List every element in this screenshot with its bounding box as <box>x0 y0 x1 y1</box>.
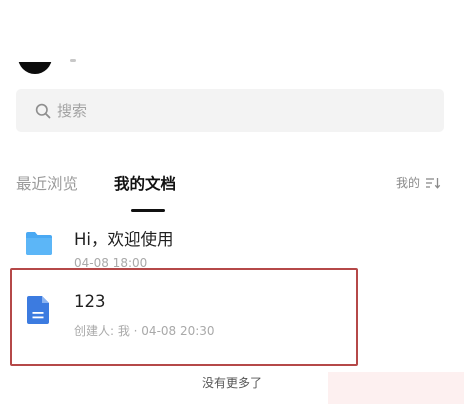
sort-label: 我的 <box>396 176 421 190</box>
sort-button[interactable]: 我的 <box>396 174 441 191</box>
search-icon <box>35 103 51 118</box>
sort-icon <box>426 177 441 189</box>
list-end-text: 没有更多了 <box>201 376 262 390</box>
tab-recent[interactable]: 最近浏览 <box>16 172 78 194</box>
folder-icon <box>26 232 52 255</box>
active-tab-indicator <box>131 209 165 212</box>
header-indicator <box>70 59 76 62</box>
avatar[interactable] <box>18 62 52 74</box>
file-title: Hi，欢迎使用 <box>74 230 174 249</box>
list-item[interactable]: Hi，欢迎使用 04-08 18:00 <box>16 220 356 270</box>
search-bar[interactable] <box>16 89 444 132</box>
highlight-box <box>10 268 358 366</box>
search-input[interactable] <box>57 101 397 120</box>
tab-my-documents[interactable]: 我的文档 <box>114 172 176 194</box>
